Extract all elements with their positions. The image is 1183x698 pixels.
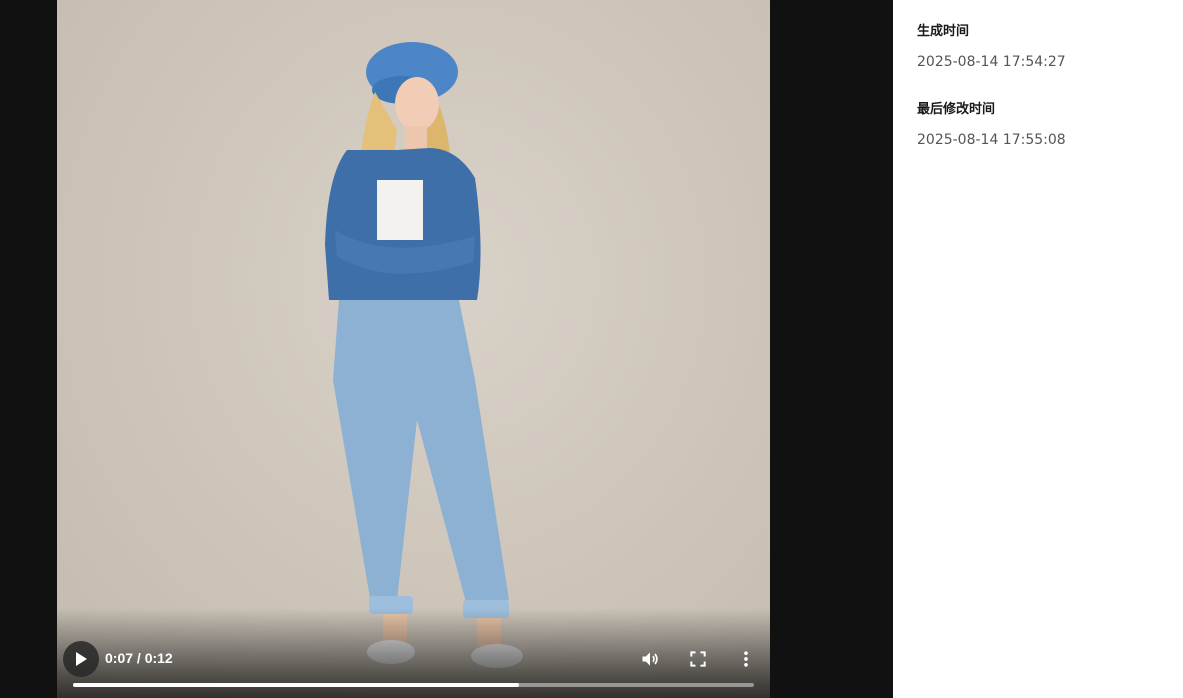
modified-time-value: 2025-08-14 17:55:08 xyxy=(917,132,1066,148)
progress-bar[interactable] xyxy=(73,683,754,687)
volume-button[interactable] xyxy=(640,649,660,669)
play-button[interactable] xyxy=(63,641,99,677)
video-stage: 0:07 / 0:12 xyxy=(0,0,893,698)
video-frame-image xyxy=(325,42,523,668)
play-icon xyxy=(76,652,87,666)
fullscreen-button[interactable] xyxy=(688,649,708,669)
volume-icon xyxy=(642,652,658,666)
fullscreen-icon xyxy=(690,651,706,667)
created-time-label: 生成时间 xyxy=(917,24,970,39)
info-panel: 生成时间 2025-08-14 17:54:27 最后修改时间 2025-08-… xyxy=(893,0,1183,698)
created-time-value: 2025-08-14 17:54:27 xyxy=(917,54,1066,70)
modified-time-label: 最后修改时间 xyxy=(917,102,996,117)
progress-fill xyxy=(73,683,520,687)
more-options-button[interactable] xyxy=(736,649,756,669)
more-vertical-icon xyxy=(744,651,748,667)
time-display: 0:07 / 0:12 xyxy=(105,650,173,666)
video-player[interactable]: 0:07 / 0:12 xyxy=(57,0,770,698)
